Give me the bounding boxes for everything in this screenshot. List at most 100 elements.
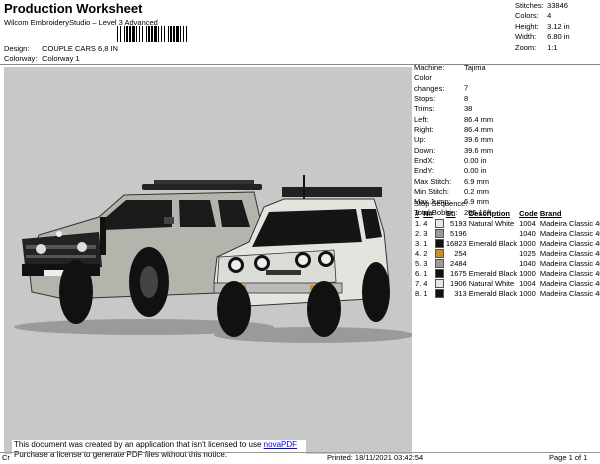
table-row: 4. 2 254 1025 Madeira Classic 40 <box>414 248 600 258</box>
row-number: 1. <box>415 218 422 228</box>
table-row: 1. 4 5193 Natural White 1004 Madeira Classic … <box>414 218 600 228</box>
thread-brand: Madeira Classic 40 <box>539 268 600 278</box>
table-row: 7. 4 1906 Natural White 1004 Madeira Classic … <box>414 278 600 288</box>
stitch-count: 2484 <box>450 258 467 268</box>
stat-row: Height: 3.12 in <box>515 21 570 31</box>
row-number: 3. <box>415 238 422 248</box>
stitch-count: 5193 <box>450 218 467 228</box>
info-row: Stops: 8 <box>414 94 469 104</box>
stat-row: Stitches: 33846 <box>515 1 568 10</box>
color-swatch <box>434 248 444 258</box>
needle-number: 1 <box>423 288 428 298</box>
machine-info: Machine: Tajima Color changes: 7 Stops: 8 Trim… <box>414 63 493 218</box>
info-row: Min Stitch: 0.2 mm <box>414 187 490 197</box>
thread-brand: Madeira Classic 40 <box>539 228 600 238</box>
row-number: 8. <box>415 288 422 298</box>
thread-description <box>468 258 518 268</box>
stitch-count: 5196 <box>450 228 467 238</box>
color-swatch <box>434 228 444 238</box>
design-value: COUPLE CARS 6,8 IN <box>42 44 118 53</box>
row-number: 2. <box>415 228 422 238</box>
colorway-row: Colorway: Colorway 1 <box>4 54 80 63</box>
table-row: 8. 1 313 Emerald Black 1000 Madeira Classic 4… <box>414 288 600 298</box>
needle-number: 1 <box>423 238 428 248</box>
needle-number: 1 <box>423 268 428 278</box>
column-header: # <box>415 208 420 218</box>
info-row: EndX: 0.00 in <box>414 156 487 166</box>
thread-brand: Madeira Classic 40 <box>539 218 600 228</box>
thread-brand: Madeira Classic 40 <box>539 238 600 248</box>
stitch-count: 16823 <box>445 238 467 248</box>
column-header <box>434 208 445 218</box>
thread-description: Natural White <box>468 278 515 288</box>
page-number: Page 1 of 1 <box>549 453 588 462</box>
novapdf-link[interactable]: novaPDF <box>264 440 297 449</box>
design-preview <box>4 67 414 454</box>
thread-code: 1000 <box>519 288 536 298</box>
color-swatch <box>434 258 444 268</box>
watermark-notice: This document was created by an applicat… <box>12 440 306 462</box>
table-row: 5. 3 2484 1040 Madeira Classic 40 <box>414 258 600 268</box>
needle-number: 3 <box>423 228 428 238</box>
design-stats: Stitches: 33846 Colors: 4 Height: 3.12 i… <box>515 1 570 53</box>
thread-description: Emerald Black <box>468 238 518 248</box>
thread-description: Emerald Black <box>468 288 518 298</box>
thread-code: 1004 <box>519 278 536 288</box>
colorway-label: Colorway: <box>4 54 38 63</box>
table-row: 6. 1 1675 Emerald Black 1000 Madeira Classic … <box>414 268 600 278</box>
row-number: 6. <box>415 268 422 278</box>
thread-code: 1000 <box>519 268 536 278</box>
thread-brand: Madeira Classic 40 <box>539 288 600 298</box>
thread-code: 1040 <box>519 228 536 238</box>
info-row: Down: 39.6 mm <box>414 145 494 155</box>
thread-brand: Madeira Classic 40 <box>539 278 600 288</box>
stat-row: Colors: 4 <box>515 11 552 21</box>
colorway-value: Colorway 1 <box>42 54 80 63</box>
color-swatch <box>434 218 444 228</box>
color-swatch <box>434 278 444 288</box>
needle-number: 4 <box>423 278 428 288</box>
color-swatch <box>434 268 444 278</box>
barcode-image <box>117 26 187 42</box>
info-row: Up: 39.6 mm <box>414 135 494 145</box>
stitch-count: 254 <box>454 248 467 258</box>
stop-sequence-table: # N# St. Description Code Brand 1. 4 5193 N… <box>414 208 600 298</box>
info-row: EndY: 0.00 in <box>414 166 487 176</box>
info-row: Color changes: 7 <box>414 73 469 93</box>
column-header: Code <box>519 208 538 218</box>
needle-number: 3 <box>423 258 428 268</box>
printed-timestamp: Printed: 18/11/2021 03:42:54 <box>327 453 424 462</box>
thread-description <box>468 228 518 238</box>
stitch-count: 1675 <box>450 268 467 278</box>
column-header: N# <box>423 208 433 218</box>
thread-brand: Madeira Classic 40 <box>539 248 600 258</box>
thread-code: 1004 <box>519 218 536 228</box>
thread-code: 1040 <box>519 258 536 268</box>
needle-number: 2 <box>423 248 428 258</box>
info-row: Machine: Tajima <box>414 63 486 72</box>
divider <box>0 64 600 65</box>
thread-description: Natural White <box>468 218 515 228</box>
stitch-count: 313 <box>454 288 467 298</box>
table-row: 2. 3 5196 1040 Madeira Classic 40 <box>414 228 600 238</box>
design-label: Design: <box>4 44 30 53</box>
table-row: 3. 1 16823 Emerald Black 1000 Madeira Classic… <box>414 238 600 248</box>
column-header: Brand <box>539 208 562 218</box>
column-header: St. <box>445 208 456 218</box>
footer-cr: Cr <box>2 453 10 462</box>
color-swatch <box>434 288 444 298</box>
row-number: 4. <box>415 248 422 258</box>
stat-row: Width: 6.80 in <box>515 32 570 42</box>
watermark-text: This document was created by an applicat… <box>14 440 264 449</box>
divider <box>0 452 600 453</box>
row-number: 7. <box>415 278 422 288</box>
thread-brand: Madeira Classic 40 <box>539 258 600 268</box>
thread-code: 1025 <box>519 248 536 258</box>
thread-description <box>468 248 518 258</box>
info-row: Trims: 38 <box>414 104 473 114</box>
info-row: Max Stitch: 6.9 mm <box>414 176 490 186</box>
thread-code: 1000 <box>519 238 536 248</box>
stat-row: Zoom: 1:1 <box>515 42 558 52</box>
info-row: Right: 86.4 mm <box>414 125 494 135</box>
stop-sequence-title: Stop Sequence: <box>414 199 468 208</box>
